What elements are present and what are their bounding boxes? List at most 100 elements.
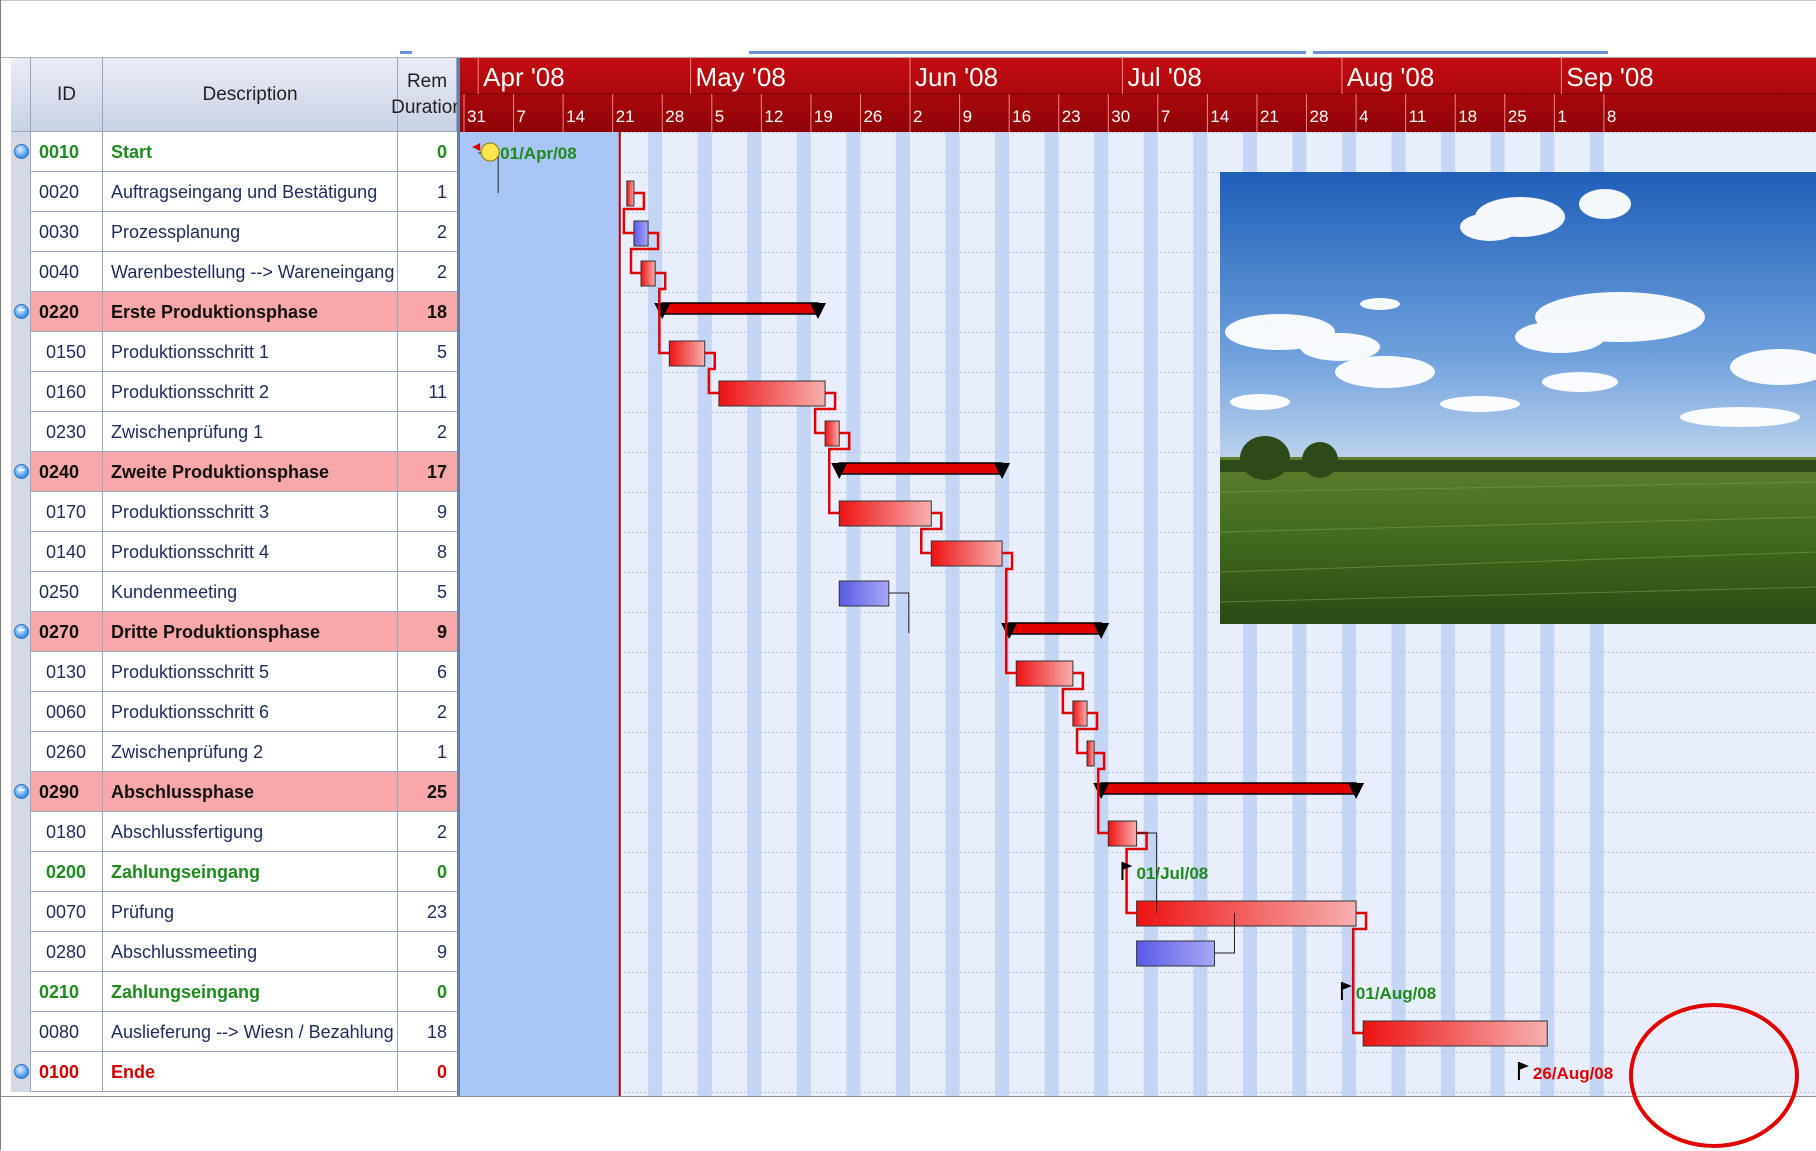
task-row[interactable]: 0140 Produktionsschritt 48: [11, 532, 457, 572]
task-duration-cell[interactable]: 1: [398, 732, 457, 772]
task-description-cell[interactable]: Produktionsschritt 6: [103, 692, 398, 732]
task-row[interactable]: 0080 Auslieferung --> Wiesn / Bezahlung 18: [11, 1012, 457, 1052]
task-row[interactable]: 0260 Zwischenprüfung 21: [11, 732, 457, 772]
task-duration-cell[interactable]: 9: [398, 492, 457, 532]
task-row[interactable]: 0250 Kundenmeeting 5: [11, 572, 457, 612]
task-id-cell[interactable]: 0170: [31, 492, 103, 532]
task-row[interactable]: −0240 Zweite Produktionsphase 17: [11, 452, 457, 492]
info-dot-icon[interactable]: [14, 144, 29, 159]
task-id-cell[interactable]: 0220: [31, 292, 103, 332]
task-description-cell[interactable]: Erste Produktionsphase: [103, 292, 398, 332]
task-description-cell[interactable]: Produktionsschritt 2: [103, 372, 398, 412]
task-description-cell[interactable]: Abschlussphase: [103, 772, 398, 812]
task-duration-cell[interactable]: 2: [398, 812, 457, 852]
task-duration-cell[interactable]: 2: [398, 252, 457, 292]
task-id-cell[interactable]: 0180: [31, 812, 103, 852]
task-description-cell[interactable]: Produktionsschritt 3: [103, 492, 398, 532]
task-duration-cell[interactable]: 9: [398, 932, 457, 972]
task-row[interactable]: 0180 Abschlussfertigung 2: [11, 812, 457, 852]
task-duration-cell[interactable]: 11: [398, 372, 457, 412]
task-duration-cell[interactable]: 8: [398, 532, 457, 572]
task-row[interactable]: 0030 Prozessplanung 2: [11, 212, 457, 252]
task-id-cell[interactable]: 0230: [31, 412, 103, 452]
task-row[interactable]: 0230 Zwischenprüfung 12: [11, 412, 457, 452]
task-duration-cell[interactable]: 9: [398, 612, 457, 652]
collapse-toggle-icon[interactable]: −: [14, 624, 29, 639]
column-header-rem-duration[interactable]: Rem Duration: [391, 58, 457, 132]
task-duration-cell[interactable]: 0: [398, 1052, 457, 1092]
task-description-cell[interactable]: Zwischenprüfung 1: [103, 412, 398, 452]
task-duration-cell[interactable]: 2: [398, 692, 457, 732]
task-id-cell[interactable]: 0040: [31, 252, 103, 292]
task-description-cell[interactable]: Start: [103, 132, 398, 172]
task-duration-cell[interactable]: 2: [398, 412, 457, 452]
task-row[interactable]: 0100 Ende 0: [11, 1052, 457, 1092]
task-id-cell[interactable]: 0250: [31, 572, 103, 612]
info-dot-icon[interactable]: [14, 1064, 29, 1079]
task-grid[interactable]: ID Description Rem Duration 0010 Start 0 00…: [11, 58, 460, 1096]
task-id-cell[interactable]: 0240: [31, 452, 103, 492]
task-id-cell[interactable]: 0100: [31, 1052, 103, 1092]
collapse-toggle-icon[interactable]: −: [14, 304, 29, 319]
task-id-cell[interactable]: 0010: [31, 132, 103, 172]
task-row[interactable]: 0160 Produktionsschritt 2 11: [11, 372, 457, 412]
task-id-cell[interactable]: 0070: [31, 892, 103, 932]
task-id-cell[interactable]: 0290: [31, 772, 103, 812]
task-duration-cell[interactable]: 18: [398, 292, 457, 332]
task-id-cell[interactable]: 0260: [31, 732, 103, 772]
task-row[interactable]: 0060 Produktionsschritt 62: [11, 692, 457, 732]
task-row[interactable]: 0170 Produktionsschritt 39: [11, 492, 457, 532]
task-row[interactable]: 0070 Prüfung 23: [11, 892, 457, 932]
task-row[interactable]: 0200 Zahlungseingang 0: [11, 852, 457, 892]
task-description-cell[interactable]: Zweite Produktionsphase: [103, 452, 398, 492]
task-duration-cell[interactable]: 0: [398, 852, 457, 892]
task-description-cell[interactable]: Dritte Produktionsphase: [103, 612, 398, 652]
task-description-cell[interactable]: Kundenmeeting: [103, 572, 398, 612]
column-header-id[interactable]: ID: [31, 58, 103, 132]
task-description-cell[interactable]: Zahlungseingang: [103, 852, 398, 892]
task-description-cell[interactable]: Warenbestellung --> Wareneingang: [103, 252, 398, 292]
task-row[interactable]: −0220 Erste Produktionsphase 18: [11, 292, 457, 332]
task-description-cell[interactable]: Prozessplanung: [103, 212, 398, 252]
task-duration-cell[interactable]: 5: [398, 572, 457, 612]
task-row[interactable]: 0150 Produktionsschritt 15: [11, 332, 457, 372]
task-duration-cell[interactable]: 5: [398, 332, 457, 372]
collapse-toggle-icon[interactable]: −: [14, 464, 29, 479]
task-id-cell[interactable]: 0150: [31, 332, 103, 372]
task-id-cell[interactable]: 0160: [31, 372, 103, 412]
task-duration-cell[interactable]: 17: [398, 452, 457, 492]
task-duration-cell[interactable]: 1: [398, 172, 457, 212]
task-duration-cell[interactable]: 6: [398, 652, 457, 692]
task-id-cell[interactable]: 0140: [31, 532, 103, 572]
task-description-cell[interactable]: Zwischenprüfung 2: [103, 732, 398, 772]
task-row[interactable]: −0270 Dritte Produktionsphase 9: [11, 612, 457, 652]
collapse-toggle-icon[interactable]: −: [14, 784, 29, 799]
task-id-cell[interactable]: 0030: [31, 212, 103, 252]
task-row[interactable]: −0290 Abschlussphase 25: [11, 772, 457, 812]
task-duration-cell[interactable]: 2: [398, 212, 457, 252]
task-description-cell[interactable]: Ende: [103, 1052, 398, 1092]
task-row[interactable]: 0210 Zahlungseingang 0: [11, 972, 457, 1012]
task-description-cell[interactable]: Auslieferung --> Wiesn / Bezahlung: [103, 1012, 398, 1052]
task-row[interactable]: 0020 Auftragseingang und Bestätigung 1: [11, 172, 457, 212]
task-id-cell[interactable]: 0020: [31, 172, 103, 212]
task-description-cell[interactable]: Abschlussfertigung: [103, 812, 398, 852]
task-duration-cell[interactable]: 0: [398, 972, 457, 1012]
task-id-cell[interactable]: 0060: [31, 692, 103, 732]
task-description-cell[interactable]: Prüfung: [103, 892, 398, 932]
task-description-cell[interactable]: Produktionsschritt 1: [103, 332, 398, 372]
task-id-cell[interactable]: 0130: [31, 652, 103, 692]
column-header-description[interactable]: Description: [103, 58, 398, 132]
task-row[interactable]: 0280 Abschlussmeeting 9: [11, 932, 457, 972]
task-id-cell[interactable]: 0270: [31, 612, 103, 652]
task-duration-cell[interactable]: 0: [398, 132, 457, 172]
task-description-cell[interactable]: Produktionsschritt 4: [103, 532, 398, 572]
task-row[interactable]: 0040 Warenbestellung --> Wareneingang 2: [11, 252, 457, 292]
task-description-cell[interactable]: Auftragseingang und Bestätigung: [103, 172, 398, 212]
task-description-cell[interactable]: Zahlungseingang: [103, 972, 398, 1012]
task-description-cell[interactable]: Produktionsschritt 5: [103, 652, 398, 692]
task-duration-cell[interactable]: 25: [398, 772, 457, 812]
task-id-cell[interactable]: 0200: [31, 852, 103, 892]
task-row[interactable]: 0130 Produktionsschritt 56: [11, 652, 457, 692]
task-description-cell[interactable]: Abschlussmeeting: [103, 932, 398, 972]
